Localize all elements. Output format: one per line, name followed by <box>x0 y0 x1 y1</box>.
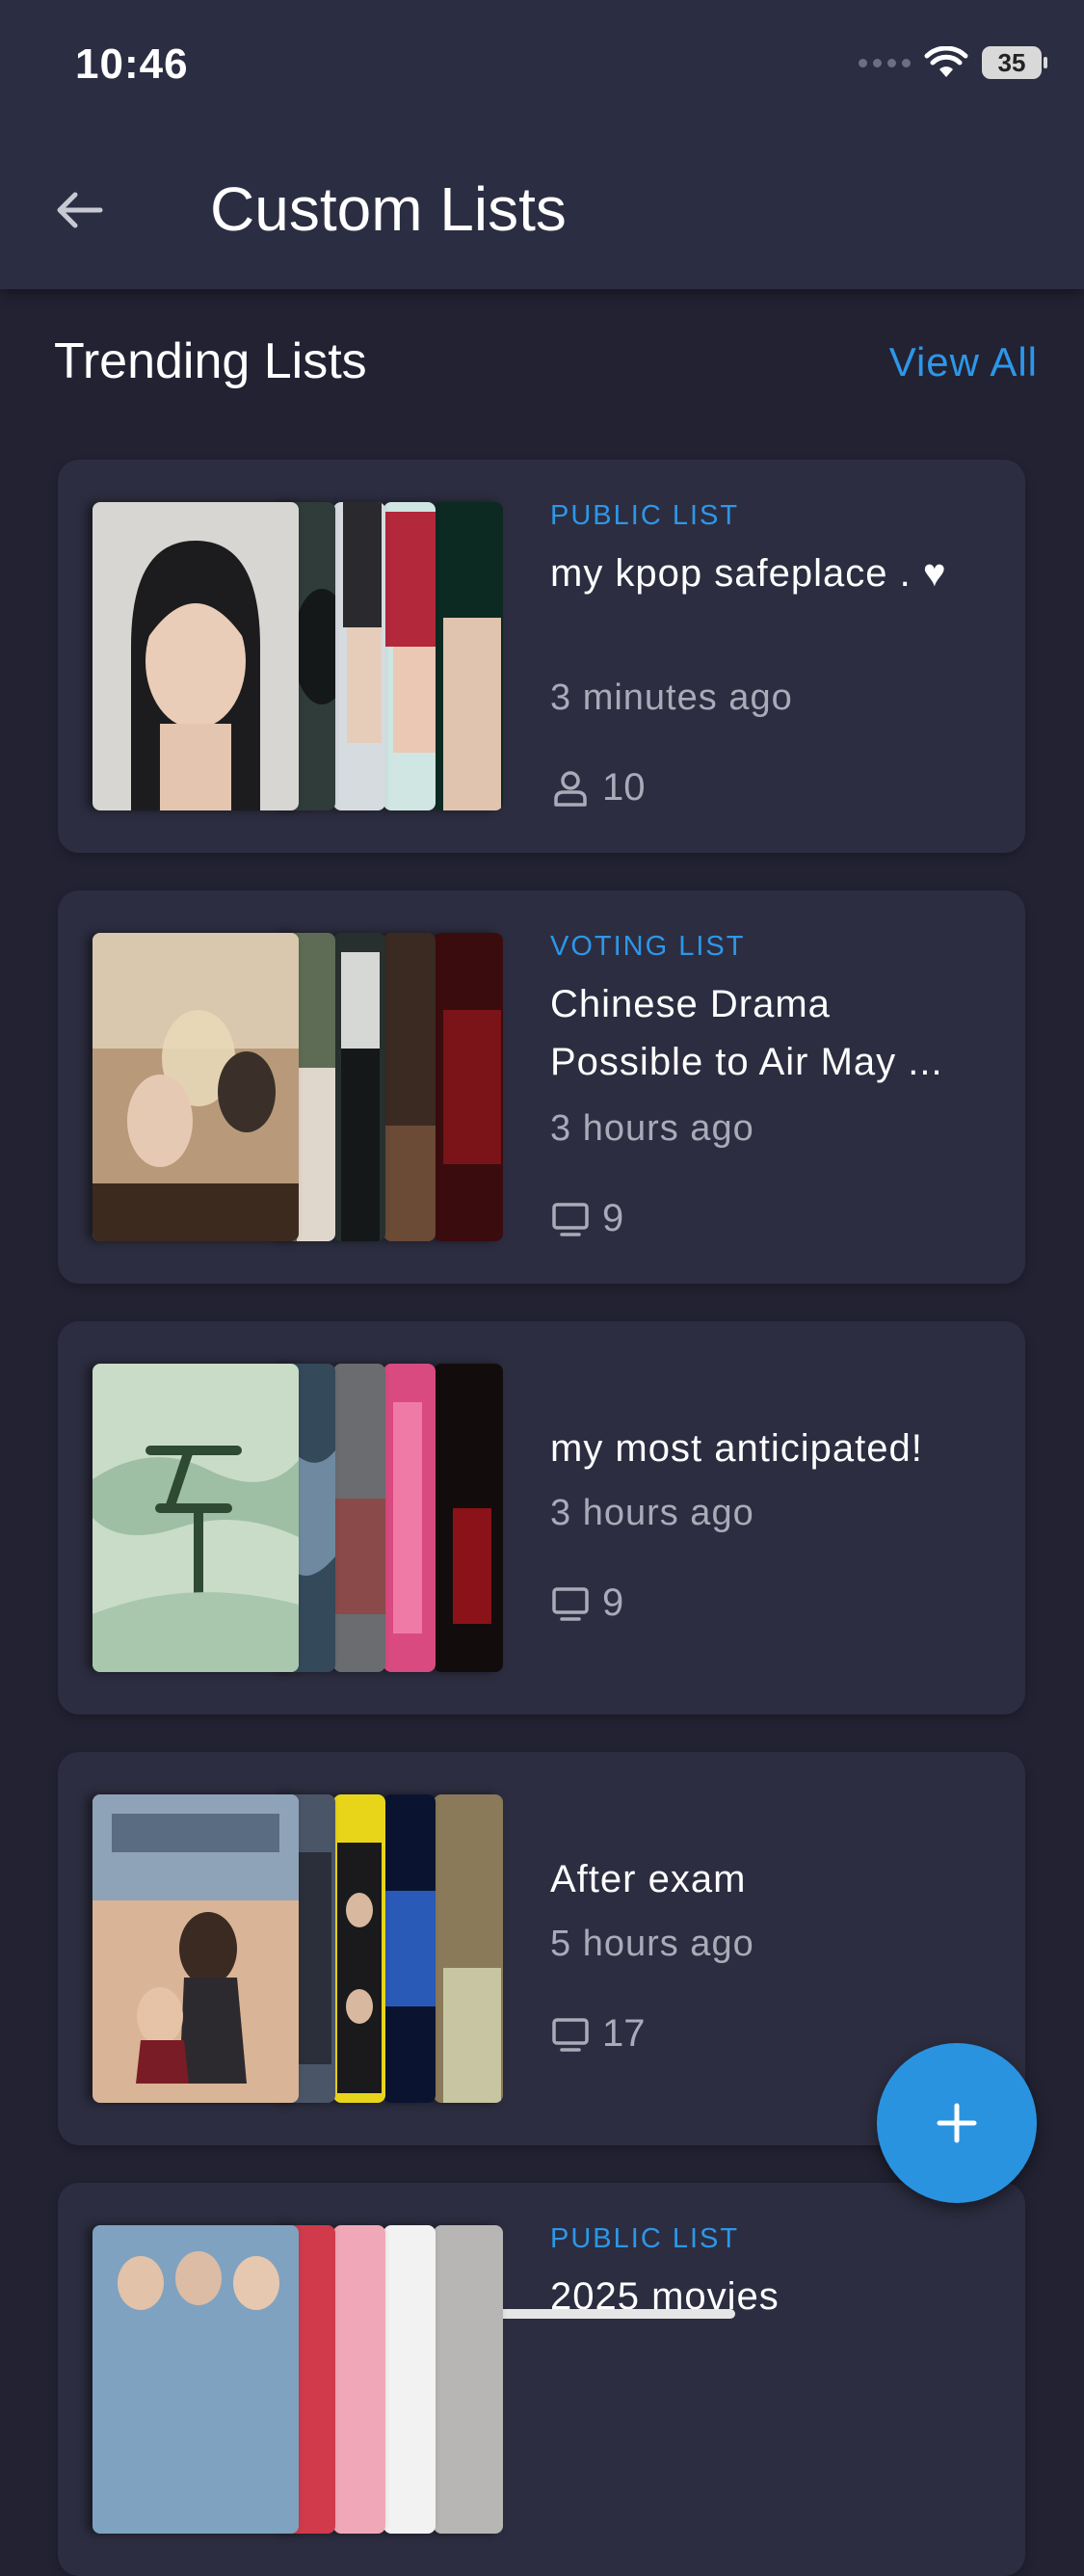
poster-image <box>93 1794 299 2103</box>
list-time: 3 hours ago <box>550 1108 754 1149</box>
poster-image <box>434 502 503 810</box>
add-list-button[interactable] <box>877 2043 1037 2203</box>
poster-image <box>434 1794 503 2103</box>
poster-image <box>434 933 503 1241</box>
app-header: 10:46 35 Custom Lists <box>0 0 1084 289</box>
list-card[interactable]: PUBLIC LIST 2025 movies <box>58 2183 1025 2576</box>
poster-image <box>383 933 436 1241</box>
plus-icon <box>937 2103 977 2143</box>
poster-image <box>383 1364 436 1672</box>
poster-image <box>333 1364 385 1672</box>
list-title: my most anticipated! <box>550 1427 923 1470</box>
status-icons: 35 <box>859 46 1047 79</box>
poster-image <box>333 502 385 810</box>
poster-image <box>93 933 299 1241</box>
poster-image <box>93 2225 299 2534</box>
list-info: my most anticipated! 3 hours ago 9 <box>550 1321 987 1714</box>
poster-stack <box>93 2225 503 2534</box>
tv-icon <box>552 1586 589 1621</box>
section-title: Trending Lists <box>54 333 367 389</box>
list-type-label: PUBLIC LIST <box>550 2223 740 2254</box>
list-time: 5 hours ago <box>550 1924 754 1964</box>
poster-stack <box>93 1794 503 2103</box>
poster-image <box>434 1364 503 1672</box>
poster-stack <box>93 933 503 1241</box>
list-count: 9 <box>602 1197 624 1239</box>
poster-image <box>333 2225 385 2534</box>
view-all-link[interactable]: View All <box>889 339 1038 385</box>
wifi-icon <box>924 46 968 77</box>
list-count: 9 <box>602 1581 624 1624</box>
list-info: VOTING LIST Chinese Drama Possible to Ai… <box>550 890 987 1284</box>
list-time: 3 minutes ago <box>550 677 793 718</box>
list-count: 17 <box>602 2012 646 2055</box>
list-title: Chinese Drama Possible to Air May ... <box>550 983 943 1083</box>
list-stat: 9 <box>550 1197 623 1240</box>
list-time: 3 hours ago <box>550 1493 754 1533</box>
list-info: PUBLIC LIST 2025 movies <box>550 2183 987 2576</box>
poster-image <box>383 2225 436 2534</box>
battery-icon: 35 <box>982 46 1047 79</box>
poster-image <box>383 502 436 810</box>
list-stat: 10 <box>550 766 646 810</box>
tv-icon <box>552 1202 589 1236</box>
list-card[interactable]: PUBLIC LIST my kpop safeplace . ♥ 3 minu… <box>58 460 1025 853</box>
poster-image <box>333 933 385 1241</box>
poster-stack <box>93 502 503 810</box>
page-title: Custom Lists <box>210 174 567 244</box>
list-stat: 9 <box>550 1581 623 1625</box>
poster-image <box>93 502 299 810</box>
poster-image <box>93 1364 299 1672</box>
poster-image <box>383 1794 436 2103</box>
list-title: my kpop safeplace . ♥ <box>550 552 947 595</box>
list-title: After exam <box>550 1858 747 1900</box>
list-stat: 17 <box>550 2012 646 2056</box>
status-time: 10:46 <box>75 40 189 88</box>
list-info: PUBLIC LIST my kpop safeplace . ♥ 3 minu… <box>550 460 987 853</box>
list-card[interactable]: VOTING LIST Chinese Drama Possible to Ai… <box>58 890 1025 1284</box>
list-count: 10 <box>602 766 646 809</box>
list-type-label: VOTING LIST <box>550 931 746 962</box>
user-icon <box>554 770 587 807</box>
list-type-label: PUBLIC LIST <box>550 500 740 531</box>
poster-image <box>434 2225 503 2534</box>
signal-icon <box>859 58 911 67</box>
list-card[interactable]: After exam 5 hours ago 17 <box>58 1752 1025 2145</box>
poster-image <box>333 1794 385 2103</box>
poster-stack <box>93 1364 503 1672</box>
tv-icon <box>552 2017 589 2052</box>
list-card[interactable]: my most anticipated! 3 hours ago 9 <box>58 1321 1025 1714</box>
back-arrow-icon[interactable] <box>50 181 108 239</box>
